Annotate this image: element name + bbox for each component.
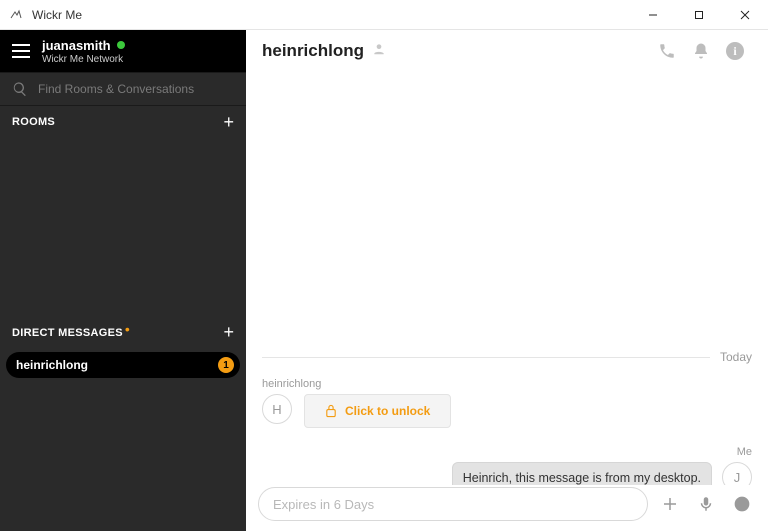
outgoing-avatar: J (722, 462, 752, 485)
lock-icon (325, 404, 337, 418)
info-button[interactable]: i (718, 34, 752, 68)
chat-title: heinrichlong (262, 41, 364, 61)
dm-item-heinrichlong[interactable]: heinrichlong 1 (6, 352, 240, 378)
incoming-sender-label: heinrichlong (262, 378, 451, 390)
search-row[interactable] (0, 72, 246, 106)
composer-row (246, 485, 768, 531)
day-label: Today (720, 350, 752, 364)
incoming-avatar: H (262, 394, 292, 424)
day-separator: Today (262, 350, 752, 364)
rooms-title: ROOMS (12, 116, 55, 128)
incoming-message: heinrichlong H Click to unlock (262, 378, 451, 428)
window-titlebar: Wickr Me (0, 0, 768, 30)
outgoing-bubble[interactable]: Heinrich, this message is from my deskto… (452, 462, 712, 485)
sidebar: juanasmith Wickr Me Network ROOMS + DIRE… (0, 30, 246, 531)
outgoing-sender-label: Me (737, 446, 752, 458)
contact-icon (372, 42, 386, 61)
dm-unread-dot: • (125, 321, 130, 337)
dm-section-header: DIRECT MESSAGES• + (0, 316, 246, 348)
outgoing-message: Me Heinrich, this message is from my des… (452, 446, 752, 485)
menu-icon[interactable] (12, 44, 30, 58)
voice-button[interactable] (692, 490, 720, 518)
add-dm-button[interactable]: + (223, 323, 234, 341)
dm-unread-badge: 1 (218, 357, 234, 373)
composer[interactable] (258, 487, 648, 521)
app-icon (6, 9, 26, 21)
notification-button[interactable] (684, 34, 718, 68)
presence-indicator (117, 41, 125, 49)
dm-item-label: heinrichlong (16, 358, 218, 372)
rooms-section-header: ROOMS + (0, 106, 246, 138)
dm-title: DIRECT MESSAGES (12, 327, 123, 339)
attach-button[interactable] (656, 490, 684, 518)
search-icon (12, 81, 28, 97)
rooms-list-empty (0, 138, 246, 316)
unlock-label: Click to unlock (345, 404, 430, 418)
window-title: Wickr Me (32, 8, 630, 22)
window-maximize-button[interactable] (676, 0, 722, 29)
search-input[interactable] (38, 82, 234, 96)
outgoing-text: Heinrich, this message is from my deskto… (463, 471, 701, 485)
chat-body: Today heinrichlong H Click to unlock Me … (246, 72, 768, 485)
window-close-button[interactable] (722, 0, 768, 29)
call-button[interactable] (650, 34, 684, 68)
add-room-button[interactable]: + (223, 113, 234, 131)
info-icon: i (726, 42, 744, 60)
message-input[interactable] (273, 497, 633, 512)
window-minimize-button[interactable] (630, 0, 676, 29)
current-user-name: juanasmith (42, 38, 111, 53)
network-label: Wickr Me Network (42, 54, 125, 65)
unlock-message-button[interactable]: Click to unlock (304, 394, 451, 428)
emoji-button[interactable] (728, 490, 756, 518)
sidebar-header: juanasmith Wickr Me Network (0, 30, 246, 72)
chat-header: heinrichlong i (246, 30, 768, 72)
chat-pane: heinrichlong i Today heinrichlong (246, 30, 768, 531)
